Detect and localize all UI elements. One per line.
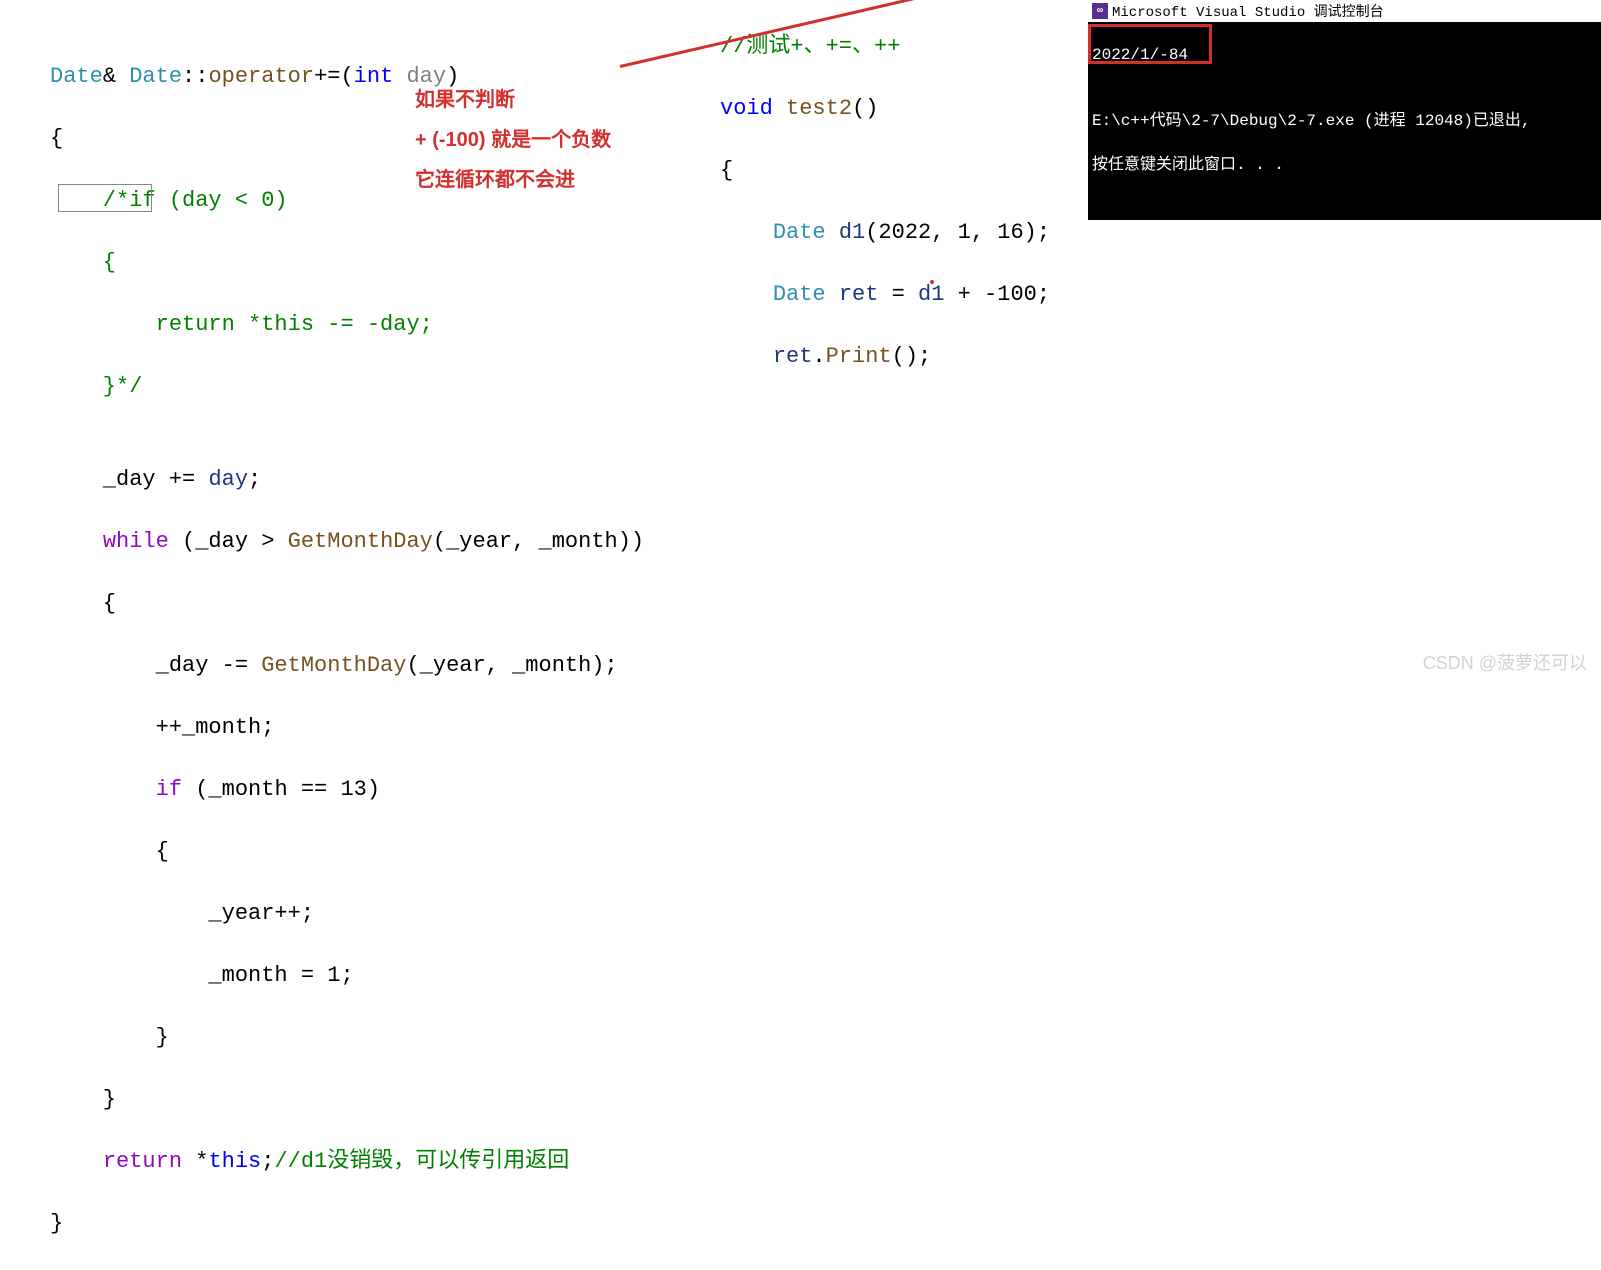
code-line: }	[50, 1022, 644, 1053]
code-line: ++_month;	[50, 712, 644, 743]
console-title: Microsoft Visual Studio 调试控制台	[1112, 1, 1384, 21]
annotation-line: 如果不判断	[415, 80, 611, 120]
console-title-bar[interactable]: ∞ Microsoft Visual Studio 调试控制台	[1088, 0, 1601, 22]
type-token: Date	[773, 282, 826, 307]
keyword-token: if	[156, 777, 182, 802]
code-line: }	[50, 1208, 644, 1239]
console-line: 2022/1/-84	[1092, 44, 1597, 66]
keyword-token: return	[103, 1149, 182, 1174]
keyword-token: int	[354, 64, 394, 89]
type-token: Date	[773, 220, 826, 245]
code-line: {	[50, 588, 644, 619]
function-token: GetMonthDay	[288, 529, 433, 554]
console-window: ∞ Microsoft Visual Studio 调试控制台 2022/1/-…	[1088, 0, 1601, 220]
keyword-token: while	[103, 529, 169, 554]
console-line: 按任意键关闭此窗口. . .	[1092, 154, 1597, 176]
annotation-block: 如果不判断 + (-100) 就是一个负数 它连循环都不会进	[415, 80, 611, 200]
code-line: }	[50, 1084, 644, 1115]
watermark: CSDN @菠萝还可以	[1423, 649, 1587, 675]
code-block-right: //测试+、+=、++ void test2() { Date d1(2022,…	[720, 0, 1050, 403]
function-token: test2	[786, 96, 852, 121]
function-token: Print	[826, 344, 892, 369]
code-line: void test2()	[720, 93, 1050, 124]
marker-dot	[930, 280, 934, 284]
annotation-line: + (-100) 就是一个负数	[415, 120, 611, 160]
type-token: Date	[50, 64, 103, 89]
code-line: return *this;//d1没销毁，可以传引用返回	[50, 1146, 644, 1177]
code-line: _day += day;	[50, 464, 644, 495]
code-line-comment: }*/	[50, 371, 644, 402]
type-token: Date	[129, 64, 182, 89]
code-block-left: Date& Date::operator+=(int day) { /*if (…	[50, 30, 644, 1270]
code-line-comment: //测试+、+=、++	[720, 31, 1050, 62]
annotation-line: 它连循环都不会进	[415, 160, 611, 200]
code-line: Date d1(2022, 1, 16);	[720, 217, 1050, 248]
function-token: operator	[208, 64, 314, 89]
code-line: Date ret = d1 + -100;	[720, 279, 1050, 310]
code-line: _month = 1;	[50, 960, 644, 991]
keyword-token: void	[720, 96, 773, 121]
code-line-comment: {	[50, 247, 644, 278]
code-line: while (_day > GetMonthDay(_year, _month)…	[50, 526, 644, 557]
code-line: if (_month == 13)	[50, 774, 644, 805]
function-token: GetMonthDay	[261, 653, 406, 678]
code-line: _year++;	[50, 898, 644, 929]
code-line: {	[50, 836, 644, 867]
code-line: _day -= GetMonthDay(_year, _month);	[50, 650, 644, 681]
code-line: {	[720, 155, 1050, 186]
visual-studio-icon: ∞	[1092, 3, 1108, 19]
keyword-token: this	[208, 1149, 261, 1174]
comment-token: //d1没销毁，可以传引用返回	[274, 1149, 569, 1174]
console-line: E:\c++代码\2-7\Debug\2-7.exe (进程 12048)已退出…	[1092, 110, 1597, 132]
console-output: 2022/1/-84 E:\c++代码\2-7\Debug\2-7.exe (进…	[1088, 22, 1601, 220]
code-line: ret.Print();	[720, 341, 1050, 372]
code-line-comment: return *this -= -day;	[50, 309, 644, 340]
